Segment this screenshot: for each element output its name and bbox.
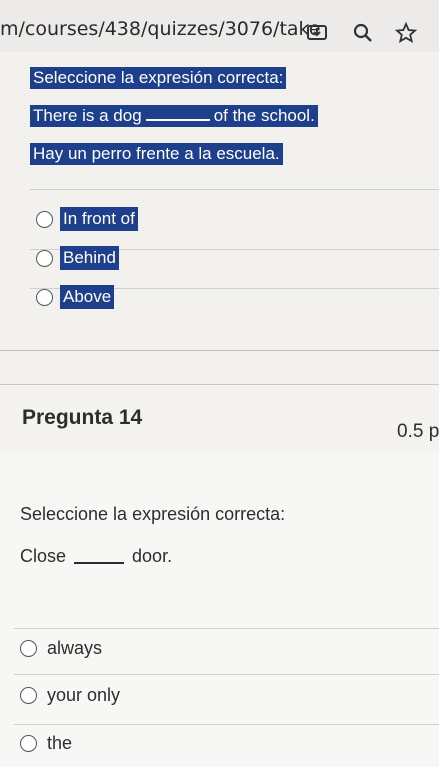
- browser-address-bar[interactable]: m/courses/438/quizzes/3076/take: [0, 0, 439, 52]
- question-14-header: Pregunta 14 0.5 p: [0, 384, 439, 454]
- radio-button[interactable]: [20, 640, 37, 657]
- question-instruction: Seleccione la expresión correcta:: [30, 67, 287, 89]
- divider: [30, 189, 439, 190]
- answer-option[interactable]: Behind: [36, 246, 119, 270]
- radio-button[interactable]: [20, 735, 37, 752]
- radio-button[interactable]: [20, 687, 37, 704]
- answer-option[interactable]: In front of: [36, 207, 138, 231]
- question-13: Seleccione la expresión correcta: There …: [0, 52, 439, 372]
- radio-button[interactable]: [36, 249, 53, 267]
- install-app-icon[interactable]: [306, 22, 328, 44]
- search-icon[interactable]: [352, 22, 374, 44]
- answer-option[interactable]: the: [20, 733, 72, 754]
- question-translation: Hay un perro frente a la escuela.: [30, 143, 283, 165]
- answer-option[interactable]: your only: [20, 685, 120, 706]
- divider: [14, 724, 439, 725]
- question-points: 0.5 p: [397, 421, 439, 442]
- question-sentence: Close door.: [20, 546, 173, 566]
- url-text[interactable]: m/courses/438/quizzes/3076/take: [0, 18, 321, 40]
- question-title: Pregunta 14: [22, 406, 143, 429]
- answer-blank: [145, 119, 210, 121]
- divider: [14, 674, 439, 675]
- question-sentence: There is a dog of the school.: [30, 105, 318, 127]
- question-instruction: Seleccione la expresión correcta:: [20, 504, 286, 524]
- radio-button[interactable]: [36, 288, 53, 306]
- radio-button[interactable]: [36, 210, 53, 228]
- bookmark-star-icon[interactable]: [395, 22, 417, 44]
- question-14-body: Seleccione la expresión correcta: Close d…: [0, 452, 439, 767]
- answer-blank: [74, 562, 125, 564]
- answer-option[interactable]: always: [20, 638, 102, 659]
- answer-option[interactable]: Above: [36, 285, 115, 309]
- divider: [0, 350, 439, 351]
- divider: [14, 628, 439, 629]
